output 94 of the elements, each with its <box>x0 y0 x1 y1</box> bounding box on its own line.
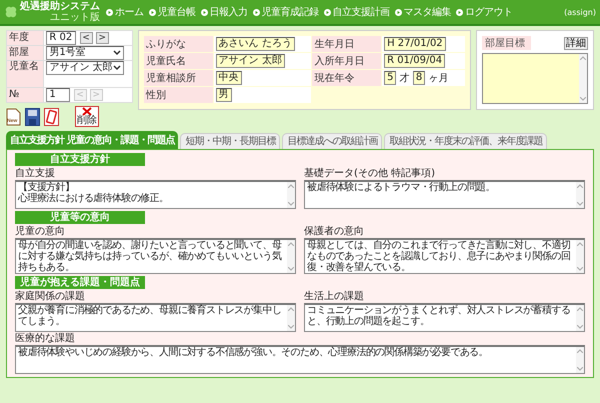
tab[interactable]: 取組状況・年度末の評価、来年度課題 <box>384 133 548 149</box>
text-field[interactable]: 男 <box>216 88 232 102</box>
scroll-down-icon[interactable] <box>580 97 586 101</box>
field-label: ふりがな <box>144 36 213 52</box>
previous-button[interactable]: < <box>80 32 93 44</box>
field-label: 現在年令 <box>312 70 382 86</box>
scrollbar[interactable] <box>576 240 584 273</box>
scrollbar[interactable] <box>287 240 295 273</box>
scroll-down-icon[interactable] <box>288 325 294 329</box>
play-icon <box>106 8 113 16</box>
dropdown-caret-icon <box>113 65 122 71</box>
save-icon[interactable] <box>25 108 40 126</box>
field-label: 自立支援 <box>15 168 56 180</box>
scroll-down-icon[interactable] <box>577 202 583 206</box>
scroll-up-icon[interactable] <box>580 56 586 60</box>
scroll-down-icon[interactable] <box>577 367 583 371</box>
user-name: (assign) <box>564 8 596 16</box>
text-field[interactable]: アサイン 太郎 <box>216 54 285 68</box>
text-field[interactable]: 中央 <box>216 71 242 85</box>
scrollbar[interactable] <box>576 347 584 373</box>
cross-icon <box>82 107 92 116</box>
field-label: 児童相談所 <box>144 70 213 86</box>
dropdown-caret-icon <box>113 50 122 56</box>
scroll-down-icon[interactable] <box>288 202 294 206</box>
tab[interactable]: 短期・中期・長期目標 <box>180 133 280 149</box>
child-select[interactable]: アサイン 太郎 <box>46 61 124 75</box>
text-area[interactable]: 【支援方針】 心理療法における虐待体験の修正。 <box>15 180 296 209</box>
scroll-up-icon[interactable] <box>288 184 294 188</box>
scrollbar[interactable] <box>287 182 295 208</box>
scroll-up-icon[interactable] <box>288 242 294 246</box>
section-heading: 児童等の意向 <box>15 211 145 224</box>
play-icon <box>456 8 463 16</box>
text-line: 【支援方針】 <box>18 182 76 193</box>
play-icon <box>394 8 402 16</box>
section-heading: 児童が抱える課題・問題点 <box>15 276 145 289</box>
scroll-up-icon[interactable] <box>577 307 583 311</box>
field-label: № <box>7 88 44 102</box>
text-field[interactable]: あさいん たろう <box>216 37 295 51</box>
play-icon <box>324 8 330 16</box>
text-line: 被虐待体験やいじめの経験から、人間に対する不信感が強い。そのため、心理療法的の関係構築が必要である。 <box>18 347 490 358</box>
scroll-down-icon[interactable] <box>288 267 294 271</box>
scroll-down-icon[interactable] <box>577 267 583 271</box>
next-button[interactable]: > <box>96 32 109 44</box>
field-label: 部屋目標 <box>482 36 531 50</box>
scrollbar[interactable] <box>576 305 584 331</box>
field-label: 児童の意向 <box>15 226 66 238</box>
clover-logo-icon <box>4 5 18 19</box>
field-label: 保護者の意向 <box>304 226 365 238</box>
field-label: 児童氏名 <box>144 53 213 69</box>
scroll-up-icon[interactable] <box>577 349 583 353</box>
field-label: 医療的な課題 <box>15 333 76 345</box>
print-icon[interactable] <box>44 108 59 126</box>
text-field[interactable]: R 01/09/04 <box>384 54 446 68</box>
unit-label: 才 <box>400 72 410 85</box>
text-field[interactable]: H 27/01/02 <box>384 37 446 51</box>
tab[interactable]: 目標達成への取組計画 <box>282 133 382 149</box>
play-icon <box>252 8 260 16</box>
play-icon <box>148 8 156 16</box>
scroll-up-icon[interactable] <box>577 184 583 188</box>
field-label: 部屋 <box>7 46 44 60</box>
scroll-down-icon[interactable] <box>577 325 583 329</box>
section-heading: 自立支援方針 <box>15 153 145 166</box>
field-label: 性別 <box>144 87 213 103</box>
scroll-up-icon[interactable] <box>288 307 294 311</box>
room-select[interactable]: 男1号室 <box>46 46 124 60</box>
field-label: 入所年月日 <box>312 53 382 69</box>
text-line: コミュニケーションがうまくとれず、対人ストレスが蓄積すると、行動上の問題を起こす。 <box>307 305 572 327</box>
year-field[interactable]: R 02 <box>46 31 76 45</box>
unit-label: ヶ月 <box>428 72 448 85</box>
text-area[interactable]: 被虐待体験によるトラウマ・行動上の問題。 <box>304 180 585 209</box>
field-label: 生年月日 <box>312 36 382 52</box>
play-icon <box>200 8 208 16</box>
text-line: 父親が養育に消極的であるため、母親に養育ストレスが集中してしまう。 <box>18 305 282 327</box>
field-label: 家庭関係の課題 <box>15 291 86 303</box>
field-label: 児童名 <box>7 61 44 87</box>
scrollbar[interactable] <box>287 305 295 331</box>
room-goal-textarea[interactable] <box>482 53 588 104</box>
field-label: 年度 <box>7 31 44 45</box>
scrollbar[interactable] <box>579 54 587 103</box>
scroll-up-icon[interactable] <box>577 242 583 246</box>
text-line: 被虐待体験によるトラウマ・行動上の問題。 <box>307 182 496 193</box>
field-label: 生活上の課題 <box>304 291 365 303</box>
detail-button[interactable]: 詳細 <box>564 36 588 50</box>
field-label: 基礎データ(その他 特記事項) <box>304 168 436 180</box>
text-area[interactable]: 被虐待体験やいじめの経験から、人間に対する不信感が強い。そのため、心理療法的の関係構築が必要である。 <box>15 345 585 374</box>
age-months-field[interactable]: 8 <box>412 71 426 85</box>
age-years-field[interactable]: 5 <box>384 71 396 85</box>
text-area[interactable]: コミュニケーションがうまくとれず、対人ストレスが蓄積すると、行動上の問題を起こす。 <box>304 303 585 332</box>
app-title: 処遇援助システム <box>20 1 100 12</box>
delete-button[interactable]: 削除 <box>75 106 99 127</box>
scrollbar[interactable] <box>576 182 584 208</box>
text-area[interactable]: 父親が養育に消極的であるため、母親に養育ストレスが集中してしまう。 <box>15 303 296 332</box>
text-line: 心理療法における虐待体験の修正。 <box>18 193 170 204</box>
app-subtitle: ユニット版 <box>50 12 100 23</box>
